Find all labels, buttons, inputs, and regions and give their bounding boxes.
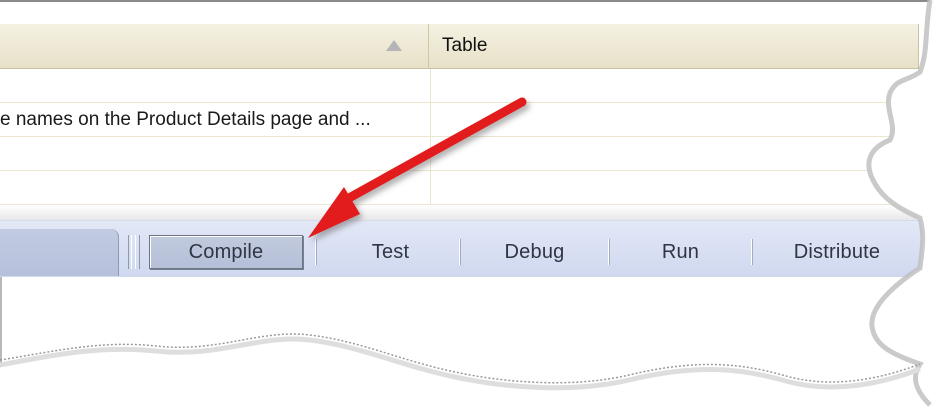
toolbar-grip-icon[interactable]: [128, 235, 140, 269]
table-row[interactable]: e names on the Product Details page and …: [0, 103, 918, 137]
toolbar-tab-area[interactable]: [0, 229, 119, 276]
table-cell[interactable]: [431, 171, 919, 204]
test-button[interactable]: Test: [321, 235, 460, 269]
left-pane-border: [0, 277, 2, 367]
table-cell[interactable]: [431, 103, 919, 136]
table-column-header[interactable]: Table: [442, 24, 912, 68]
run-button[interactable]: Run: [609, 235, 752, 269]
table-header: Table: [0, 24, 919, 69]
table-cell[interactable]: [431, 69, 919, 102]
sort-asc-icon[interactable]: [386, 40, 402, 51]
table-row[interactable]: [0, 69, 918, 103]
description-cell[interactable]: [0, 69, 431, 102]
table-column-header-label: Table: [442, 35, 488, 56]
application-panel: Table e names on the Product Details pag…: [0, 0, 930, 407]
description-cell[interactable]: [0, 137, 431, 170]
description-cell[interactable]: e names on the Product Details page and …: [0, 103, 431, 136]
compile-button[interactable]: Compile: [149, 235, 303, 269]
table-bottom-strip: [0, 205, 918, 221]
screenshot-stage: Table e names on the Product Details pag…: [0, 0, 933, 410]
description-column-header[interactable]: [0, 24, 429, 68]
debug-button[interactable]: Debug: [460, 235, 609, 269]
distribute-button[interactable]: Distribute: [752, 235, 922, 269]
build-toolbar: Compile Test Debug Run Distribute: [0, 220, 930, 278]
table-row[interactable]: [0, 171, 918, 205]
lower-content-pane: [0, 277, 930, 407]
table-cell[interactable]: [431, 137, 919, 170]
table-row[interactable]: [0, 137, 918, 171]
table-body: e names on the Product Details page and …: [0, 69, 918, 205]
description-cell[interactable]: [0, 171, 431, 204]
toolbar-separator: [315, 239, 316, 265]
